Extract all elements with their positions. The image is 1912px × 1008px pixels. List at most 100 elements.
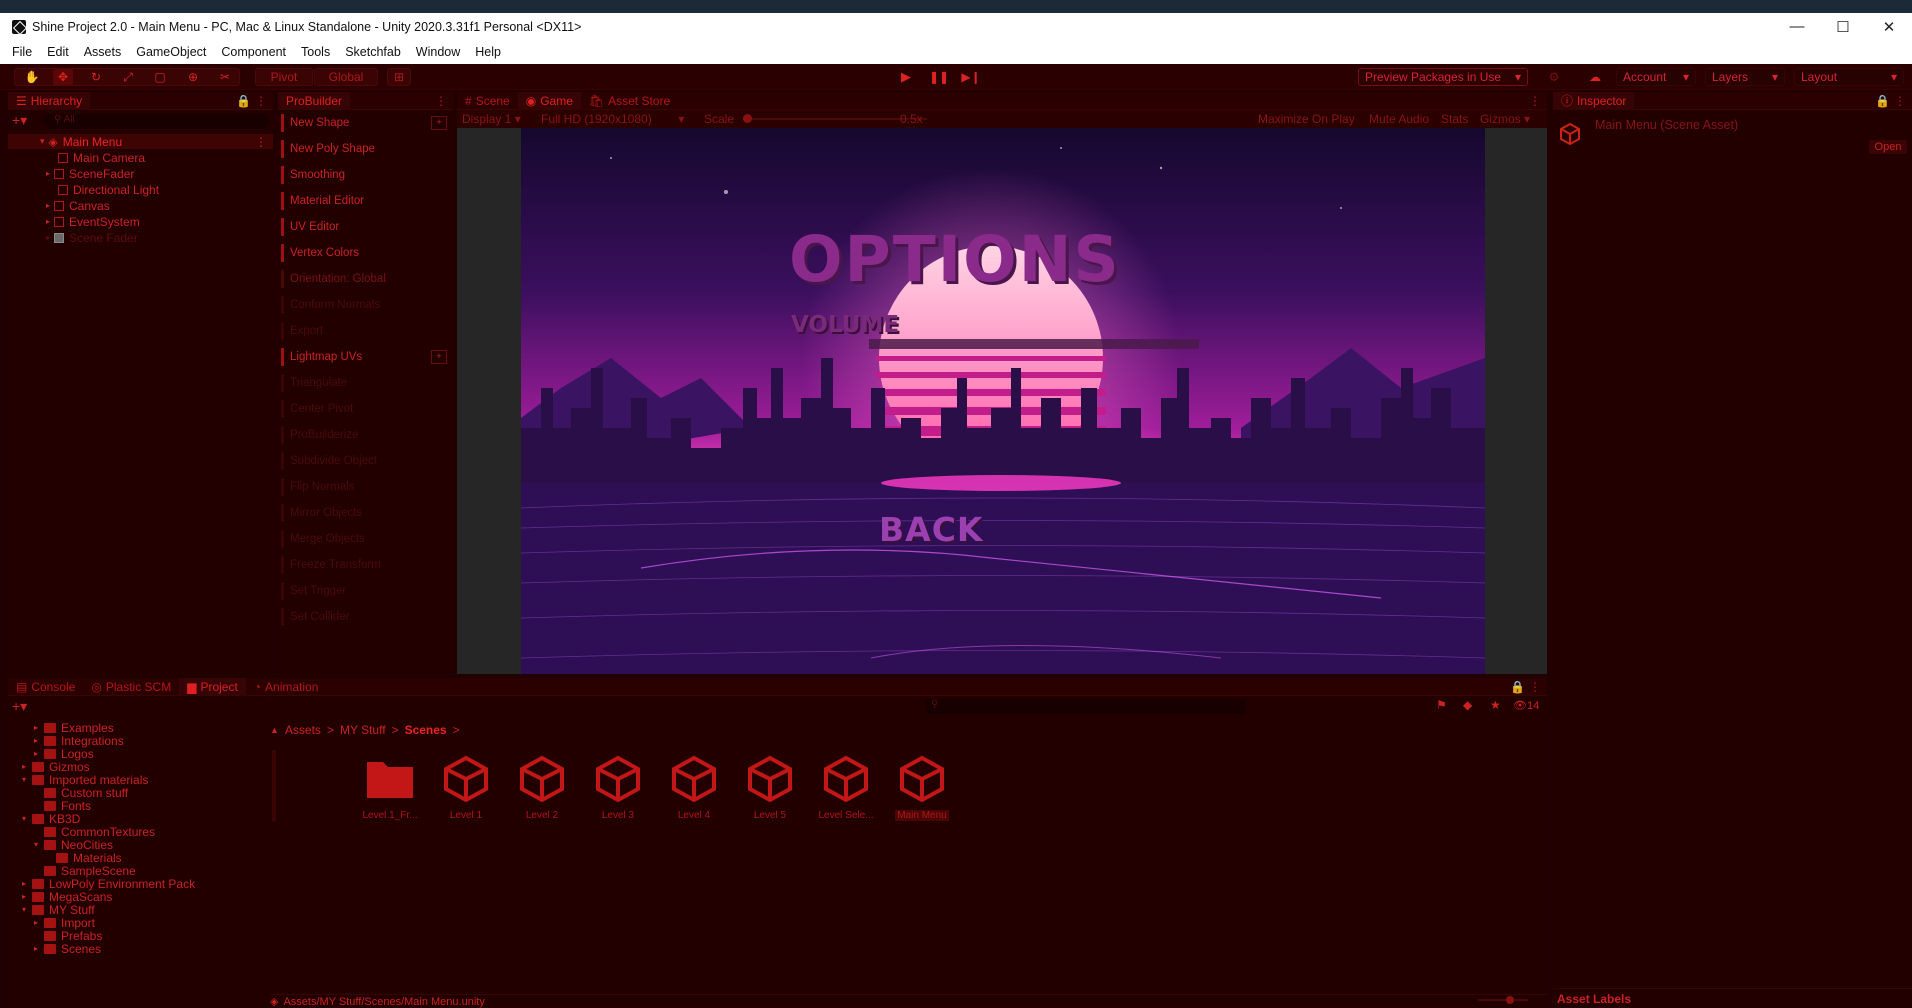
pb-set-trigger[interactable]: Set Trigger (281, 582, 421, 600)
pb-new-poly-shape[interactable]: New Poly Shape (281, 140, 421, 158)
create-asset-button[interactable]: +▾ (12, 698, 27, 715)
hierarchy-item-disabled[interactable]: ▸ Scene Fader (46, 230, 138, 245)
kebab-menu-icon[interactable]: ⋮ (1894, 94, 1906, 108)
menu-file[interactable]: File (12, 45, 32, 59)
menu-component[interactable]: Component (221, 45, 286, 59)
favorite-star-icon[interactable]: ★ (1490, 698, 1501, 712)
expand-arrow-icon[interactable]: ▸ (46, 233, 50, 242)
tab-probuilder[interactable]: ProBuilder (278, 91, 351, 110)
cloud-icon[interactable]: ☁ (1585, 69, 1605, 85)
asset-scene-item[interactable]: Level 4 (659, 752, 729, 832)
pb-orientation[interactable]: Orientation: Global (281, 270, 421, 288)
menu-sketchfab[interactable]: Sketchfab (345, 45, 401, 59)
preview-packages-dropdown[interactable]: Preview Packages in Use ▾ (1358, 68, 1528, 86)
pb-center-pivot[interactable]: Center Pivot (281, 400, 421, 418)
filter-by-type-icon[interactable]: ⚑ (1436, 698, 1447, 712)
tab-scene[interactable]: # Scene (457, 92, 518, 110)
pb-material-editor[interactable]: Material Editor (281, 192, 421, 210)
pb-export[interactable]: Export (281, 322, 421, 340)
lock-icon[interactable]: 🔒 (1875, 94, 1890, 108)
lock-icon[interactable]: 🔒 (1510, 680, 1525, 694)
expand-arrow-icon[interactable]: ▾ (22, 814, 32, 823)
kebab-menu-icon[interactable]: ⋮ (1529, 94, 1541, 108)
icon-size-slider[interactable] (1478, 999, 1528, 1001)
layout-dropdown[interactable]: Layout ▾ (1794, 68, 1904, 86)
pivot-toggle[interactable]: Pivot (255, 68, 313, 86)
expand-arrow-icon[interactable]: ▸ (22, 879, 32, 888)
menu-assets[interactable]: Assets (84, 45, 122, 59)
tab-asset-store[interactable]: 🛍 Asset Store (581, 92, 678, 110)
asset-folder-item[interactable]: Level 1_Fr... (355, 752, 425, 832)
expand-arrow-icon[interactable]: ▸ (22, 892, 32, 901)
pb-probuilderize[interactable]: ProBuilderize (281, 426, 421, 444)
maximize-button[interactable]: ☐ (1820, 13, 1866, 40)
lock-icon[interactable]: 🔒 (236, 94, 251, 108)
project-tree-item[interactable]: ▸ Scenes (34, 941, 101, 956)
expand-arrow-icon[interactable]: ▸ (46, 201, 50, 210)
pb-vertex-colors[interactable]: Vertex Colors (281, 244, 421, 262)
asset-labels-section[interactable]: Asset Labels (1553, 988, 1912, 1008)
hierarchy-item[interactable]: ▸ Canvas (46, 198, 110, 213)
grid-snap-button[interactable]: ⊞ (387, 68, 411, 86)
services-icon[interactable]: ⚙ (1544, 69, 1564, 85)
hierarchy-item[interactable]: Directional Light (58, 182, 159, 197)
hierarchy-root-scene[interactable]: ▾ ◈ Main Menu ⋮ (8, 134, 273, 149)
menu-tools[interactable]: Tools (301, 45, 330, 59)
asset-scene-item[interactable]: Level Sele... (811, 752, 881, 832)
tab-animation[interactable]: ◔ Animation (246, 678, 327, 696)
expand-arrow-icon[interactable]: ▸ (46, 217, 50, 226)
hierarchy-item[interactable]: ▸ EventSystem (46, 214, 140, 229)
pb-triangulate[interactable]: Triangulate (281, 374, 421, 392)
scale-tool-icon[interactable]: ⤢ (118, 69, 138, 85)
asset-grid-scrollbar[interactable] (272, 750, 276, 822)
asset-scene-item[interactable]: Level 1 (431, 752, 501, 832)
breadcrumb-scenes[interactable]: Scenes (405, 723, 447, 737)
gizmos-dropdown[interactable]: Gizmos ▾ (1480, 112, 1530, 126)
game-viewport[interactable]: OPTIONS VOLUME BACK (457, 128, 1547, 674)
pb-flip-normals[interactable]: Flip Normals (281, 478, 421, 496)
pb-smoothing[interactable]: Smoothing (281, 166, 421, 184)
display-dropdown[interactable]: Display 1 ▾ (462, 112, 521, 126)
pb-options-button[interactable]: + (431, 116, 447, 130)
expand-arrow-icon[interactable]: ▾ (34, 840, 44, 849)
breadcrumb-assets[interactable]: Assets (285, 723, 321, 737)
volume-slider[interactable] (796, 349, 1126, 359)
tab-inspector[interactable]: ⓘ Inspector (1553, 91, 1635, 110)
custom-tool-icon[interactable]: ✂ (215, 69, 235, 85)
expand-arrow-icon[interactable]: ▾ (22, 775, 32, 784)
kebab-menu-icon[interactable]: ⋮ (255, 135, 267, 149)
rect-tool-icon[interactable]: ▢ (150, 69, 170, 85)
tab-game[interactable]: ◉ Game (517, 91, 581, 110)
kebab-menu-icon[interactable]: ⋮ (255, 94, 267, 108)
expand-arrow-icon[interactable]: ▸ (34, 736, 44, 745)
global-toggle[interactable]: Global (314, 68, 378, 86)
hand-tool-icon[interactable]: ✋ (22, 69, 42, 85)
move-tool-icon[interactable]: ✥ (53, 69, 73, 85)
expand-arrow-icon[interactable]: ▸ (22, 762, 32, 771)
tab-project[interactable]: ▆ Project (179, 677, 246, 696)
pb-set-collider[interactable]: Set Collider (281, 608, 421, 626)
asset-scene-item[interactable]: Main Menu (887, 752, 957, 832)
tab-console[interactable]: ▤ Console (8, 678, 83, 696)
asset-scene-item[interactable]: Level 3 (583, 752, 653, 832)
stats-toggle[interactable]: Stats (1441, 112, 1468, 126)
expand-arrow-icon[interactable]: ▸ (34, 918, 44, 927)
expand-arrow-icon[interactable]: ▸ (34, 749, 44, 758)
kebab-menu-icon[interactable]: ⋮ (1529, 680, 1541, 694)
hierarchy-search-input[interactable]: ⚲ All (44, 114, 269, 129)
expand-arrow-icon[interactable]: ▸ (46, 169, 50, 178)
account-dropdown[interactable]: Account ▾ (1616, 68, 1696, 86)
pb-freeze-transform[interactable]: Freeze Transform (281, 556, 421, 574)
filter-by-label-icon[interactable]: ◆ (1463, 698, 1472, 712)
hierarchy-item[interactable]: Main Camera (58, 150, 145, 165)
menu-gameobject[interactable]: GameObject (136, 45, 206, 59)
icon-size-slider-handle[interactable] (1506, 996, 1514, 1004)
open-button[interactable]: Open (1869, 140, 1907, 154)
kebab-menu-icon[interactable]: ⋮ (435, 94, 447, 108)
hierarchy-item[interactable]: ▸ SceneFader (46, 166, 134, 181)
play-button-icon[interactable]: ▶ (896, 69, 916, 85)
pb-merge-objects[interactable]: Merge Objects (281, 530, 421, 548)
rotate-tool-icon[interactable]: ↻ (86, 69, 106, 85)
pause-button-icon[interactable]: ❚❚ (929, 69, 949, 85)
tab-plastic-scm[interactable]: ◎ Plastic SCM (83, 678, 179, 696)
